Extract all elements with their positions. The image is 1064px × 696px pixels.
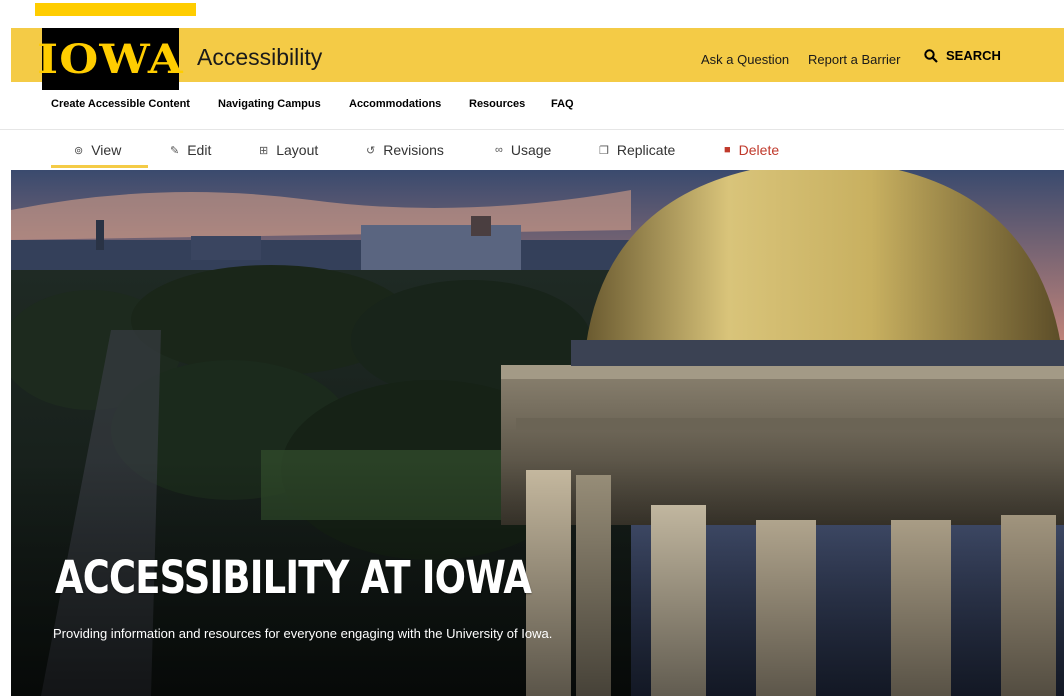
search-icon (924, 48, 938, 63)
trash-icon: ■ (724, 144, 731, 156)
tab-view-label: View (91, 142, 122, 158)
search-label: SEARCH (946, 48, 1001, 63)
eye-icon: ⊚ (74, 144, 84, 157)
grid-icon: ⊞ (259, 144, 269, 157)
report-a-barrier-link[interactable]: Report a Barrier (808, 52, 900, 67)
site-title[interactable]: Accessibility (197, 44, 322, 71)
tab-replicate[interactable]: ❐ Replicate (599, 142, 675, 158)
tab-revisions-label: Revisions (383, 142, 444, 158)
hero-banner: ACCESSIBILITY AT IOWA Providing informat… (11, 170, 1064, 696)
nav-create-accessible-content[interactable]: Create Accessible Content (51, 98, 190, 110)
site-header: IOWA Accessibility Ask a Question Report… (11, 28, 1064, 90)
skip-link-focus-strip (35, 3, 196, 16)
tab-usage[interactable]: ∞ Usage (495, 142, 551, 158)
tab-revisions[interactable]: ↺ Revisions (366, 142, 444, 158)
tab-delete[interactable]: ■ Delete (724, 142, 779, 158)
active-tab-indicator (51, 165, 148, 168)
hero-title: ACCESSIBILITY AT IOWA (55, 551, 532, 604)
tab-usage-label: Usage (510, 142, 552, 158)
iowa-logo[interactable]: IOWA (37, 28, 183, 90)
nav-faq[interactable]: FAQ (551, 98, 574, 110)
pencil-icon: ✎ (170, 144, 180, 157)
tab-layout-label: Layout (276, 142, 319, 158)
nav-divider (0, 129, 1064, 130)
ask-a-question-link[interactable]: Ask a Question (701, 52, 789, 67)
tab-view[interactable]: ⊚ View (74, 142, 121, 158)
link-icon: ∞ (495, 144, 503, 156)
tab-layout[interactable]: ⊞ Layout (259, 142, 318, 158)
hero-subtitle: Providing information and resources for … (53, 626, 553, 641)
search-button[interactable]: SEARCH (924, 48, 1001, 63)
nav-navigating-campus[interactable]: Navigating Campus (218, 98, 321, 110)
tab-edit[interactable]: ✎ Edit (170, 142, 211, 158)
iowa-logo-text: IOWA (37, 35, 184, 83)
nav-accommodations[interactable]: Accommodations (349, 98, 441, 110)
hero-image (11, 170, 1064, 696)
nav-resources[interactable]: Resources (469, 98, 525, 110)
tab-delete-label: Delete (738, 142, 780, 158)
copy-icon: ❐ (599, 144, 609, 157)
tab-edit-label: Edit (187, 142, 212, 158)
history-icon: ↺ (366, 144, 376, 157)
tab-replicate-label: Replicate (616, 142, 676, 158)
